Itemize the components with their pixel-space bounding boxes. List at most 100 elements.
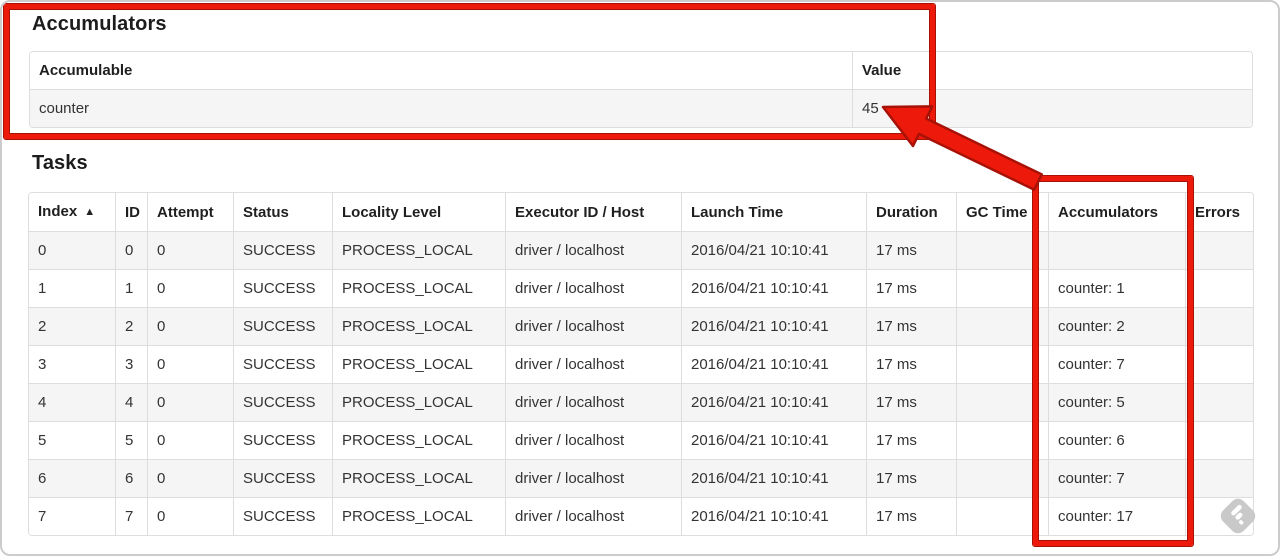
task-row: 4 4 0 SUCCESS PROCESS_LOCAL driver / loc…	[29, 383, 1253, 421]
task-errors-cell	[1185, 269, 1253, 307]
id-column-header[interactable]: ID	[115, 193, 147, 231]
task-launch-time-cell: 2016/04/21 10:10:41	[681, 307, 866, 345]
duration-column-header[interactable]: Duration	[866, 193, 956, 231]
accumulable-value-cell: 45	[852, 89, 1252, 127]
task-errors-cell	[1185, 459, 1253, 497]
task-accumulators-cell	[1048, 231, 1185, 269]
task-row: 2 2 0 SUCCESS PROCESS_LOCAL driver / loc…	[29, 307, 1253, 345]
task-gc-time-cell	[956, 345, 1048, 383]
task-status-cell: SUCCESS	[233, 307, 332, 345]
task-index-cell: 6	[29, 459, 115, 497]
feedly-mini-icon[interactable]	[1215, 493, 1261, 539]
task-id-cell: 1	[115, 269, 147, 307]
task-launch-time-cell: 2016/04/21 10:10:41	[681, 269, 866, 307]
task-duration-cell: 17 ms	[866, 497, 956, 535]
accumulators-section-title: Accumulators	[32, 13, 167, 35]
gc-time-column-header[interactable]: GC Time	[956, 193, 1048, 231]
task-locality-level-cell: PROCESS_LOCAL	[332, 307, 505, 345]
screenshot-frame: Accumulators Accumulable Value counter 4…	[0, 0, 1280, 556]
task-errors-cell	[1185, 421, 1253, 459]
task-locality-level-cell: PROCESS_LOCAL	[332, 231, 505, 269]
task-executor-id-host-cell: driver / localhost	[505, 497, 681, 535]
task-launch-time-cell: 2016/04/21 10:10:41	[681, 383, 866, 421]
task-errors-cell	[1185, 231, 1253, 269]
task-accumulators-cell: counter: 1	[1048, 269, 1185, 307]
task-index-cell: 7	[29, 497, 115, 535]
task-duration-cell: 17 ms	[866, 307, 956, 345]
task-locality-level-cell: PROCESS_LOCAL	[332, 459, 505, 497]
task-id-cell: 4	[115, 383, 147, 421]
task-row: 7 7 0 SUCCESS PROCESS_LOCAL driver / loc…	[29, 497, 1253, 535]
task-status-cell: SUCCESS	[233, 231, 332, 269]
task-gc-time-cell	[956, 231, 1048, 269]
task-locality-level-cell: PROCESS_LOCAL	[332, 497, 505, 535]
task-executor-id-host-cell: driver / localhost	[505, 269, 681, 307]
task-status-cell: SUCCESS	[233, 421, 332, 459]
task-errors-cell	[1185, 345, 1253, 383]
index-column-header[interactable]: Index ▲	[29, 193, 115, 231]
task-status-cell: SUCCESS	[233, 383, 332, 421]
task-gc-time-cell	[956, 459, 1048, 497]
task-attempt-cell: 0	[147, 421, 233, 459]
accumulators-header-row: Accumulable Value	[30, 52, 1252, 89]
accumulators-column-header[interactable]: Accumulators	[1048, 193, 1185, 231]
task-attempt-cell: 0	[147, 497, 233, 535]
task-launch-time-cell: 2016/04/21 10:10:41	[681, 459, 866, 497]
task-id-cell: 2	[115, 307, 147, 345]
task-executor-id-host-cell: driver / localhost	[505, 459, 681, 497]
executor-id-host-column-header[interactable]: Executor ID / Host	[505, 193, 681, 231]
task-gc-time-cell	[956, 421, 1048, 459]
task-launch-time-cell: 2016/04/21 10:10:41	[681, 421, 866, 459]
task-accumulators-cell: counter: 5	[1048, 383, 1185, 421]
launch-time-column-header[interactable]: Launch Time	[681, 193, 866, 231]
accumulators-table: Accumulable Value counter 45	[29, 51, 1253, 128]
task-executor-id-host-cell: driver / localhost	[505, 383, 681, 421]
task-locality-level-cell: PROCESS_LOCAL	[332, 421, 505, 459]
task-index-cell: 2	[29, 307, 115, 345]
index-column-header-label: Index	[38, 203, 78, 220]
accumulable-column-header[interactable]: Accumulable	[30, 52, 852, 89]
task-duration-cell: 17 ms	[866, 383, 956, 421]
task-id-cell: 6	[115, 459, 147, 497]
task-row: 6 6 0 SUCCESS PROCESS_LOCAL driver / loc…	[29, 459, 1253, 497]
task-locality-level-cell: PROCESS_LOCAL	[332, 269, 505, 307]
errors-column-header[interactable]: Errors	[1185, 193, 1253, 231]
task-id-cell: 3	[115, 345, 147, 383]
task-gc-time-cell	[956, 269, 1048, 307]
task-id-cell: 5	[115, 421, 147, 459]
task-attempt-cell: 0	[147, 383, 233, 421]
task-accumulators-cell: counter: 7	[1048, 459, 1185, 497]
task-index-cell: 5	[29, 421, 115, 459]
locality-level-column-header[interactable]: Locality Level	[332, 193, 505, 231]
task-executor-id-host-cell: driver / localhost	[505, 345, 681, 383]
task-errors-cell	[1185, 383, 1253, 421]
task-executor-id-host-cell: driver / localhost	[505, 307, 681, 345]
task-executor-id-host-cell: driver / localhost	[505, 231, 681, 269]
task-accumulators-cell: counter: 2	[1048, 307, 1185, 345]
tasks-header-row: Index ▲ ID Attempt Status Locality Level …	[29, 193, 1253, 231]
value-column-header[interactable]: Value	[852, 52, 1252, 89]
accumulator-row: counter 45	[30, 89, 1252, 127]
attempt-column-header[interactable]: Attempt	[147, 193, 233, 231]
task-id-cell: 0	[115, 231, 147, 269]
task-duration-cell: 17 ms	[866, 269, 956, 307]
task-index-cell: 1	[29, 269, 115, 307]
task-index-cell: 3	[29, 345, 115, 383]
task-row: 3 3 0 SUCCESS PROCESS_LOCAL driver / loc…	[29, 345, 1253, 383]
task-launch-time-cell: 2016/04/21 10:10:41	[681, 345, 866, 383]
task-index-cell: 0	[29, 231, 115, 269]
task-row: 1 1 0 SUCCESS PROCESS_LOCAL driver / loc…	[29, 269, 1253, 307]
task-accumulators-cell: counter: 17	[1048, 497, 1185, 535]
task-duration-cell: 17 ms	[866, 345, 956, 383]
tasks-table: Index ▲ ID Attempt Status Locality Level …	[28, 192, 1254, 536]
task-attempt-cell: 0	[147, 459, 233, 497]
task-locality-level-cell: PROCESS_LOCAL	[332, 345, 505, 383]
task-attempt-cell: 0	[147, 231, 233, 269]
task-index-cell: 4	[29, 383, 115, 421]
task-duration-cell: 17 ms	[866, 231, 956, 269]
task-status-cell: SUCCESS	[233, 269, 332, 307]
task-id-cell: 7	[115, 497, 147, 535]
task-errors-cell	[1185, 307, 1253, 345]
accumulable-name-cell: counter	[30, 89, 852, 127]
status-column-header[interactable]: Status	[233, 193, 332, 231]
